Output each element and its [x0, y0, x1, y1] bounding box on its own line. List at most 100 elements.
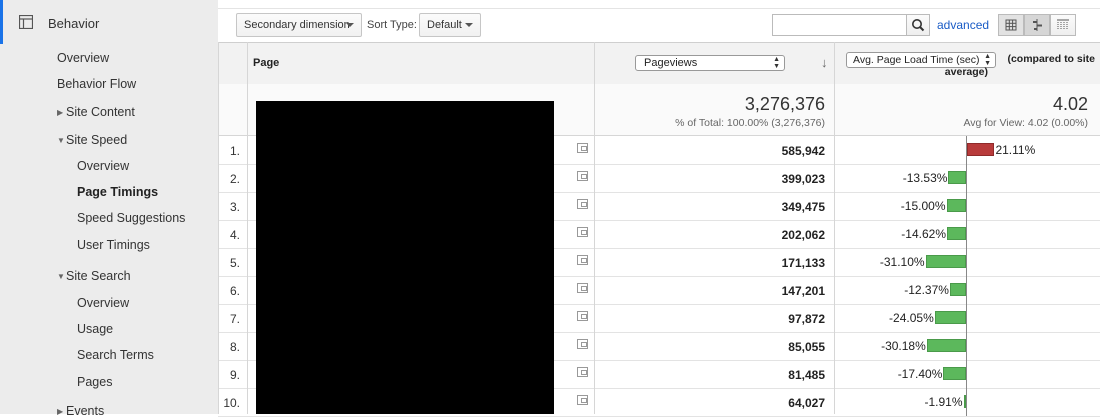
- report-main: Secondary dimension Sort Type: Default a…: [218, 0, 1100, 417]
- comparison-bar: [934, 311, 966, 324]
- sort-descending-icon[interactable]: ↓: [821, 55, 828, 70]
- sidebar-item-label: Site Search: [66, 269, 131, 283]
- collapsed-arrow-icon: ▶: [57, 407, 64, 416]
- metric-select-value: Pageviews: [644, 57, 698, 69]
- comparison-percent: -13.53%: [902, 171, 948, 185]
- search-icon: [912, 19, 925, 32]
- col-divider: [247, 42, 248, 414]
- pageviews-cell: 97,872: [788, 312, 825, 326]
- comparison-view-icon: [1033, 19, 1042, 31]
- open-page-icon[interactable]: [577, 339, 588, 349]
- advanced-filter-link[interactable]: advanced: [937, 18, 989, 32]
- open-page-icon[interactable]: [577, 171, 588, 181]
- comparison-axis: [966, 192, 967, 220]
- comparison-bar-cell: -17.40%: [836, 360, 1098, 388]
- pageviews-cell: 585,942: [781, 144, 825, 158]
- sidebar-item-user-timings[interactable]: User Timings: [77, 238, 150, 252]
- sort-type-label: Sort Type:: [367, 19, 417, 31]
- comparison-percent: -31.10%: [879, 255, 925, 269]
- col-divider: [834, 42, 835, 414]
- table-view-button[interactable]: [998, 14, 1024, 36]
- sidebar-item-search-terms[interactable]: Search Terms: [77, 348, 154, 362]
- pageviews-cell: 202,062: [781, 228, 825, 242]
- sidebar-item-pages[interactable]: Pages: [77, 375, 112, 389]
- pageviews-cell: 64,027: [788, 396, 825, 410]
- sidebar-item-site-search[interactable]: ▼Site Search: [57, 269, 131, 283]
- expanded-arrow-icon: ▼: [57, 136, 65, 145]
- sidebar-item-site-speed[interactable]: ▼Site Speed: [57, 133, 127, 147]
- sidebar-item-label: Site Content: [66, 105, 135, 119]
- pageviews-cell: 147,201: [781, 284, 825, 298]
- sidebar-item-search-overview[interactable]: Overview: [77, 296, 129, 310]
- sidebar-item-overview[interactable]: Overview: [57, 51, 109, 65]
- table-view-icon: [1005, 19, 1017, 31]
- secondary-dimension-label: Secondary dimension: [244, 19, 350, 31]
- row-number: 2.: [229, 172, 240, 186]
- select-arrows-icon: ▲ ▼: [984, 53, 991, 67]
- comparison-bar-cell: -1.91%: [836, 388, 1098, 416]
- row-number: 4.: [229, 228, 240, 242]
- sidebar-item-label: Site Speed: [66, 133, 128, 147]
- search-button[interactable]: [906, 14, 930, 36]
- sort-type-value: Default: [427, 19, 462, 31]
- comparison-bar-cell: -13.53%: [836, 164, 1098, 192]
- sidebar-item-events[interactable]: ▶ Events: [57, 404, 104, 418]
- comparison-percent: 21.11%: [995, 143, 1036, 157]
- table-search-input[interactable]: [772, 14, 906, 36]
- comparison-bar: [967, 143, 995, 156]
- row-number: 7.: [229, 312, 240, 326]
- comparison-percent: -1.91%: [924, 395, 963, 409]
- chevron-down-icon: [346, 23, 354, 27]
- collapsed-arrow-icon: ▶: [57, 108, 64, 117]
- secondary-dimension-dropdown[interactable]: Secondary dimension: [236, 13, 362, 37]
- sidebar-section-behavior[interactable]: Behavior: [0, 0, 218, 44]
- comparison-percent: -30.18%: [881, 339, 926, 353]
- open-page-icon[interactable]: [577, 367, 588, 377]
- sidebar-section-label: Behavior: [48, 16, 100, 31]
- sort-type-dropdown[interactable]: Default: [419, 13, 481, 37]
- row-number: 8.: [229, 340, 240, 354]
- comparison-axis: [966, 304, 967, 332]
- pivot-view-button[interactable]: [1050, 14, 1076, 36]
- comparison-bar: [963, 395, 966, 408]
- open-page-icon[interactable]: [577, 143, 588, 153]
- avg-load-time: 4.02: [1052, 94, 1088, 114]
- pageviews-cell: 399,023: [781, 172, 825, 186]
- compare-note-line2: average): [944, 66, 988, 78]
- column-header-page[interactable]: Page: [253, 57, 279, 69]
- sidebar-item-speed-suggestions[interactable]: Speed Suggestions: [77, 211, 185, 225]
- sidebar-item-page-timings[interactable]: Page Timings: [77, 185, 158, 199]
- sidebar: Behavior Overview Behavior Flow ▶ Site Co…: [0, 0, 218, 418]
- comparison-view-button[interactable]: [1024, 14, 1050, 36]
- pivot-view-icon: [1057, 19, 1069, 30]
- pageviews-cell: 85,055: [788, 340, 825, 354]
- row-number: 10.: [223, 396, 240, 410]
- open-page-icon[interactable]: [577, 227, 588, 237]
- comparison-bar-cell: -31.10%: [836, 248, 1098, 276]
- comparison-bar: [946, 199, 966, 212]
- sidebar-item-site-content[interactable]: ▶ Site Content: [57, 105, 135, 119]
- comparison-axis: [966, 276, 967, 304]
- open-page-icon[interactable]: [577, 283, 588, 293]
- sidebar-item-usage[interactable]: Usage: [77, 322, 113, 336]
- open-page-icon[interactable]: [577, 199, 588, 209]
- comparison-bar: [943, 367, 966, 380]
- comparison-bar-cell: -15.00%: [836, 192, 1098, 220]
- pageviews-cell: 349,475: [781, 200, 825, 214]
- col-divider: [594, 42, 595, 414]
- sidebar-item-speed-overview[interactable]: Overview: [77, 159, 129, 173]
- select-arrows-icon: ▲ ▼: [773, 56, 780, 70]
- sidebar-item-behavior-flow[interactable]: Behavior Flow: [57, 77, 136, 91]
- row-number: 3.: [229, 200, 240, 214]
- open-page-icon[interactable]: [577, 395, 588, 405]
- open-page-icon[interactable]: [577, 311, 588, 321]
- metric-select[interactable]: Pageviews ▲ ▼: [635, 55, 785, 71]
- comparison-bar: [926, 339, 966, 352]
- behavior-icon: [19, 15, 33, 29]
- open-page-icon[interactable]: [577, 255, 588, 265]
- col-divider: [218, 42, 219, 414]
- comparison-percent: -17.40%: [897, 367, 943, 381]
- table-header: Page Pageviews ▲ ▼ ↓ Avg. Page Load Time …: [218, 42, 1100, 85]
- comparison-axis: [966, 248, 967, 276]
- avg-load-time-for-view: Avg for View: 4.02 (0.00%): [963, 117, 1088, 129]
